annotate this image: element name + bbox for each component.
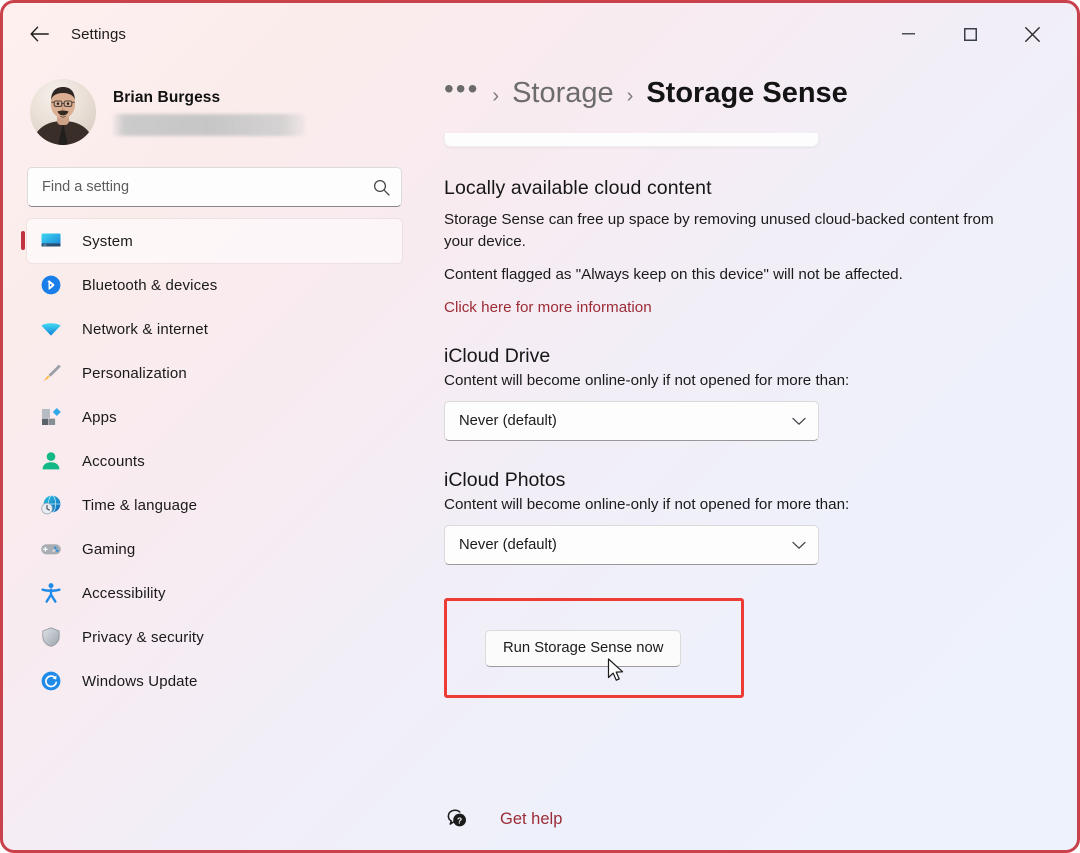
sidebar-item-network-internet[interactable]: Network & internet [27,307,402,351]
get-help-icon: ? [444,806,470,832]
avatar-photo-icon [30,79,96,145]
person-icon [39,449,63,473]
more-information-link[interactable]: Click here for more information [444,299,652,316]
page-title: Storage Sense [646,77,848,109]
window-title: Settings [71,25,126,43]
sidebar-item-label: Accessibility [82,584,166,602]
window-controls [885,3,1077,65]
sidebar: Brian Burgess Find a setting System Blue… [3,65,426,850]
sidebar-item-windows-update[interactable]: Windows Update [27,659,402,703]
search-input[interactable] [27,167,402,207]
shield-icon [39,625,63,649]
breadcrumb-overflow-button[interactable]: ••• [444,75,479,103]
search-button[interactable] [368,174,394,200]
sidebar-item-label: Personalization [82,364,187,382]
icloud-photos-title: iCloud Photos [444,469,566,492]
locally-available-cloud-content-section: Locally available cloud content Storage … [444,177,1052,317]
icloud-photos-dropdown[interactable]: Never (default) [444,525,819,566]
sidebar-item-accessibility[interactable]: Accessibility [27,571,402,615]
sidebar-item-bluetooth-devices[interactable]: Bluetooth & devices [27,263,402,307]
sidebar-item-label: Bluetooth & devices [82,276,218,294]
icloud-drive-group: iCloud Drive Content will become online-… [444,345,1052,442]
sidebar-item-label: Privacy & security [82,628,204,646]
section-description-1: Storage Sense can free up space by remov… [444,211,994,251]
search-container [27,167,402,207]
svg-text:?: ? [457,815,462,825]
sidebar-item-accounts[interactable]: Accounts [27,439,402,483]
wifi-icon [39,317,63,341]
back-arrow-icon [30,26,49,42]
settings-window: Settings Brian Burgess Find a setting Sy… [0,0,1080,853]
breadcrumb-item-storage[interactable]: Storage [512,79,614,108]
close-icon [1024,26,1040,42]
icloud-drive-title: iCloud Drive [444,345,551,368]
close-button[interactable] [1009,11,1055,57]
section-heading: Locally available cloud content [444,177,712,199]
refresh-icon [39,669,63,693]
sidebar-item-label: System [82,232,133,250]
sidebar-item-apps[interactable]: Apps [27,395,402,439]
avatar [30,79,96,145]
breadcrumb-separator: › [626,85,634,107]
clipped-card-above [444,133,819,147]
title-bar: Settings [3,3,1077,65]
account-name: Brian Burgess [113,88,221,106]
sidebar-item-privacy-security[interactable]: Privacy & security [27,615,402,659]
bluetooth-icon [39,273,63,297]
apps-icon [39,405,63,429]
run-storage-sense-button[interactable]: Run Storage Sense now [485,629,682,667]
breadcrumb-separator: › [492,85,500,107]
sidebar-item-system[interactable]: System [21,219,402,263]
sidebar-item-label: Accounts [82,452,145,470]
sidebar-item-label: Gaming [82,540,136,558]
paintbrush-icon [39,361,63,385]
icloud-photos-group: iCloud Photos Content will become online… [444,469,1052,566]
sidebar-item-label: Network & internet [82,320,209,338]
maximize-button[interactable] [947,11,993,57]
account-email-redacted [113,113,305,136]
footer: ? Get help [426,788,1077,850]
search-icon [373,179,390,196]
sidebar-item-label: Apps [82,408,117,426]
sidebar-item-personalization[interactable]: Personalization [27,351,402,395]
minimize-button[interactable] [885,11,931,57]
run-storage-sense-highlight: Run Storage Sense now [444,598,744,699]
sidebar-item-gaming[interactable]: Gaming [27,527,402,571]
icloud-drive-description: Content will become online-only if not o… [444,372,850,390]
breadcrumb: ••• › Storage › Storage Sense [426,65,1077,127]
settings-scroll-area[interactable]: Locally available cloud content Storage … [426,127,1077,850]
get-help-link[interactable]: Get help [500,810,562,829]
icloud-photos-description: Content will become online-only if not o… [444,496,850,514]
icloud-photos-dropdown-value: Never (default) [459,537,557,554]
icloud-drive-dropdown-value: Never (default) [459,413,557,430]
sidebar-item-label: Windows Update [82,672,198,690]
account-card[interactable]: Brian Burgess [27,73,426,151]
clock-globe-icon [39,493,63,517]
chevron-down-icon [792,541,806,550]
sidebar-nav: System Bluetooth & devices Network & int… [21,219,426,703]
chevron-down-icon [792,417,806,426]
main-content: ••• › Storage › Storage Sense Locally av… [426,65,1077,850]
minimize-icon [901,33,915,35]
section-description-2: Content flagged as "Always keep on this … [444,265,903,283]
monitor-icon [39,229,63,253]
back-button[interactable] [19,17,59,51]
icloud-drive-dropdown[interactable]: Never (default) [444,401,819,442]
sidebar-item-label: Time & language [82,496,198,514]
maximize-icon [963,27,977,41]
sidebar-item-time-language[interactable]: Time & language [27,483,402,527]
accessibility-icon [39,581,63,605]
gamepad-icon [39,537,63,561]
